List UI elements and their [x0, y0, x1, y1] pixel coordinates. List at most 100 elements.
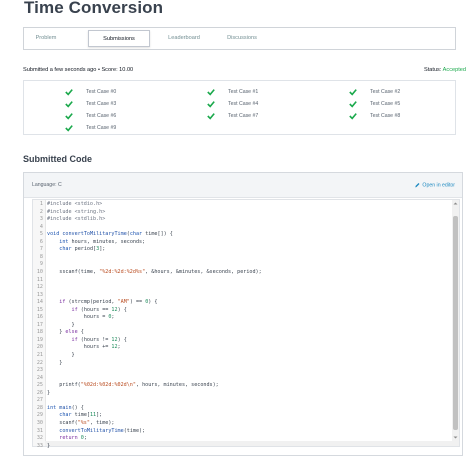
- status-value: Accepted: [442, 67, 466, 73]
- open-in-editor-label: Open in editor: [422, 182, 455, 189]
- code-line: 28 int main() {: [33, 405, 443, 413]
- code-line: 7 char period[3];: [33, 246, 443, 254]
- code-line: 20 hours += 12;: [33, 344, 443, 352]
- line-number: 33: [36, 442, 43, 449]
- code-line: 29 char time[11];: [33, 412, 443, 420]
- code-text: } else {: [47, 329, 84, 336]
- code-line: 24: [33, 375, 443, 383]
- code-line: 3 #include <stdlib.h>: [33, 216, 443, 224]
- code-panel-header: Language: C Open in editor: [24, 173, 462, 198]
- tab-discussions[interactable]: Discussions: [200, 28, 284, 49]
- code-text: }: [47, 321, 75, 328]
- check-icon: [65, 89, 73, 96]
- check-icon: [65, 101, 73, 108]
- test-case-label: Test Case #1: [228, 89, 259, 95]
- code-text: sscanf(time, "%2d:%2d:%2d%s", &hours, &m…: [47, 268, 262, 275]
- code-text: int hours, minutes, seconds;: [59, 238, 146, 245]
- line-number: 17: [36, 321, 43, 328]
- line-number: 31: [36, 427, 43, 434]
- code-line: 30 scanf("%s", time);: [33, 420, 443, 428]
- code-line: 5 void convertToMilitaryTime(char time[])…: [33, 231, 443, 239]
- code-line: 11: [33, 277, 443, 285]
- code-text: if (strcmp(period, "AM") == 0) {: [59, 299, 158, 306]
- code-text: #include <stdlib.h>: [47, 216, 106, 223]
- submitted-code-heading: Submitted Code: [23, 154, 92, 164]
- line-number: 7: [39, 246, 43, 253]
- line-number: 22: [36, 359, 43, 366]
- code-text: }: [47, 352, 75, 358]
- line-number: 32: [36, 435, 43, 442]
- status-badge: Status: Accepted: [424, 67, 466, 73]
- check-icon: [349, 101, 357, 108]
- line-number: 4: [39, 223, 43, 230]
- page-title: Time Conversion: [24, 0, 164, 17]
- tab-submissions[interactable]: Submissions: [88, 30, 150, 47]
- code-line: 1 #include <stdio.h>: [33, 201, 443, 209]
- language-label: Language: C: [32, 182, 62, 188]
- code-line: 23: [33, 367, 443, 375]
- code-line: 27: [33, 397, 443, 405]
- code-text: #include <string.h>: [47, 208, 106, 215]
- line-number: 19: [36, 336, 43, 343]
- line-number: 14: [36, 299, 43, 306]
- test-case-label: Test Case #0: [86, 89, 117, 95]
- line-number: 21: [36, 352, 43, 358]
- test-case-label: Test Case #8: [370, 113, 401, 119]
- code-text: if (hours != 12) {: [71, 336, 127, 343]
- line-number: 24: [36, 374, 43, 381]
- code-line: 33}: [33, 443, 443, 451]
- code-text: return 0;: [59, 435, 87, 442]
- line-number: 13: [36, 291, 43, 298]
- submitted-code-panel: Language: C Open in editor 1 #include <st…: [23, 172, 463, 456]
- line-number: 6: [39, 238, 43, 245]
- open-in-editor-link[interactable]: Open in editor: [415, 182, 455, 188]
- line-number: 3: [39, 216, 43, 223]
- code-text: }: [47, 359, 63, 366]
- code-text: hours += 12;: [47, 344, 121, 351]
- code-text: void convertToMilitaryTime(char time[]) …: [47, 231, 173, 238]
- code-line: 22 }: [33, 360, 443, 368]
- scroll-up-icon[interactable]: [453, 201, 458, 206]
- line-number: 28: [36, 404, 43, 411]
- code-line: 21 }: [33, 352, 443, 360]
- code-editor[interactable]: 1 #include <stdio.h> 2 #include <string.h> 3…: [32, 199, 460, 449]
- code-line: 9: [33, 261, 443, 269]
- code-line: 12: [33, 284, 443, 292]
- code-line: 10 sscanf(time, "%2d:%2d:%2d%s", &hours,…: [33, 269, 443, 277]
- line-number: 12: [36, 284, 43, 291]
- edit-icon: [415, 183, 420, 188]
- code-text: convertToMilitaryTime(time);: [59, 427, 146, 434]
- check-icon: [349, 89, 357, 96]
- line-number: 23: [36, 367, 43, 374]
- line-number: 1: [39, 201, 43, 207]
- code-text: }: [47, 389, 51, 396]
- code-text: #include <stdio.h>: [47, 201, 103, 207]
- line-number: 9: [39, 261, 43, 268]
- scrollbar-thumb[interactable]: [453, 216, 458, 430]
- line-number: 26: [36, 389, 43, 396]
- code-line: 18 } else {: [33, 329, 443, 337]
- test-case-label: Test Case #5: [370, 101, 401, 107]
- check-icon: [207, 113, 215, 120]
- line-number: 8: [39, 253, 43, 260]
- status-label: Status:: [424, 67, 442, 73]
- tab-problem[interactable]: Problem: [24, 28, 68, 49]
- line-number: 11: [36, 276, 43, 283]
- code-line: 16 hours = 0;: [33, 314, 443, 322]
- submission-meta: Submitted a few seconds ago • Score: 10.…: [23, 67, 134, 73]
- check-icon: [207, 101, 215, 108]
- line-number: 25: [36, 382, 43, 389]
- code-line: 13: [33, 292, 443, 300]
- line-number: 2: [39, 208, 43, 215]
- line-number: 15: [36, 306, 43, 313]
- code-line: 2 #include <string.h>: [33, 209, 443, 217]
- line-number: 5: [39, 231, 43, 238]
- scroll-down-icon[interactable]: [453, 435, 458, 440]
- check-icon: [65, 125, 73, 132]
- code-text: char period[3];: [59, 246, 106, 253]
- vertical-scrollbar[interactable]: [452, 200, 459, 446]
- code-line: 8: [33, 254, 443, 262]
- code-text: }: [47, 442, 51, 449]
- check-icon: [65, 113, 73, 120]
- code-line: 31 convertToMilitaryTime(time);: [33, 428, 443, 436]
